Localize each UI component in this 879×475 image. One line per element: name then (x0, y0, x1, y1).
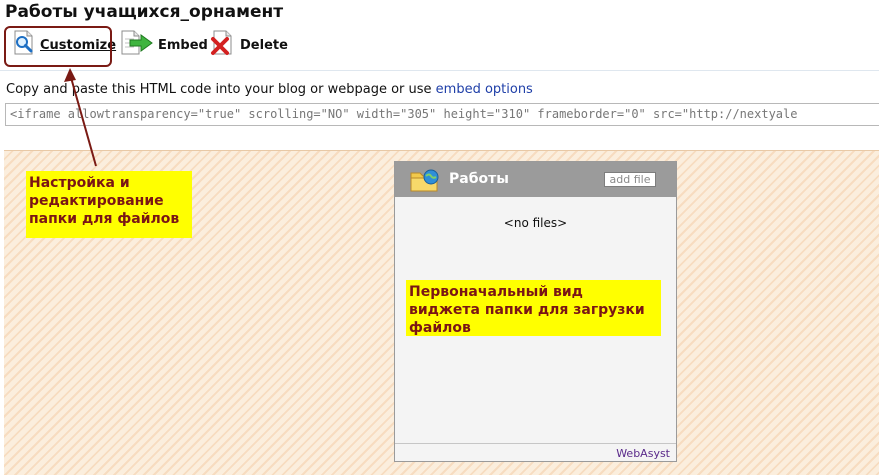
customize-label: Customize (40, 37, 117, 53)
customize-button[interactable]: Customize (12, 30, 117, 60)
red-x-document-icon (210, 30, 236, 60)
delete-button[interactable]: Delete (210, 30, 288, 60)
widget-footer-divider (395, 443, 676, 444)
embed-options-link[interactable]: embed options (436, 82, 533, 97)
empty-files-text: <no files> (503, 216, 568, 230)
widget-annotation: Первоначальный вид виджета папки для заг… (406, 280, 661, 336)
header-divider (0, 70, 879, 71)
toolbar: Customize Embed Delete (0, 28, 879, 64)
customize-annotation: Настройка и редактирование папки для фай… (26, 171, 192, 238)
webasyst-link[interactable]: WebAsyst (616, 447, 670, 460)
widget-title: Работы (449, 171, 509, 187)
widget-header: Работы add file (395, 162, 676, 197)
green-arrow-document-icon (120, 30, 154, 60)
embed-button[interactable]: Embed (120, 30, 208, 60)
embed-label: Embed (158, 37, 208, 53)
add-file-button[interactable]: add file (604, 172, 656, 187)
magnifier-document-icon (12, 30, 36, 60)
page-title: Работы учащихся_орнамент (5, 2, 284, 22)
embed-code-field[interactable]: <iframe allowtransparency="true" scrolli… (5, 103, 879, 126)
folder-globe-icon (409, 167, 441, 197)
delete-label: Delete (240, 37, 288, 53)
embed-instructions: Copy and paste this HTML code into your … (6, 82, 533, 97)
embed-intro-text: Copy and paste this HTML code into your … (6, 82, 432, 97)
